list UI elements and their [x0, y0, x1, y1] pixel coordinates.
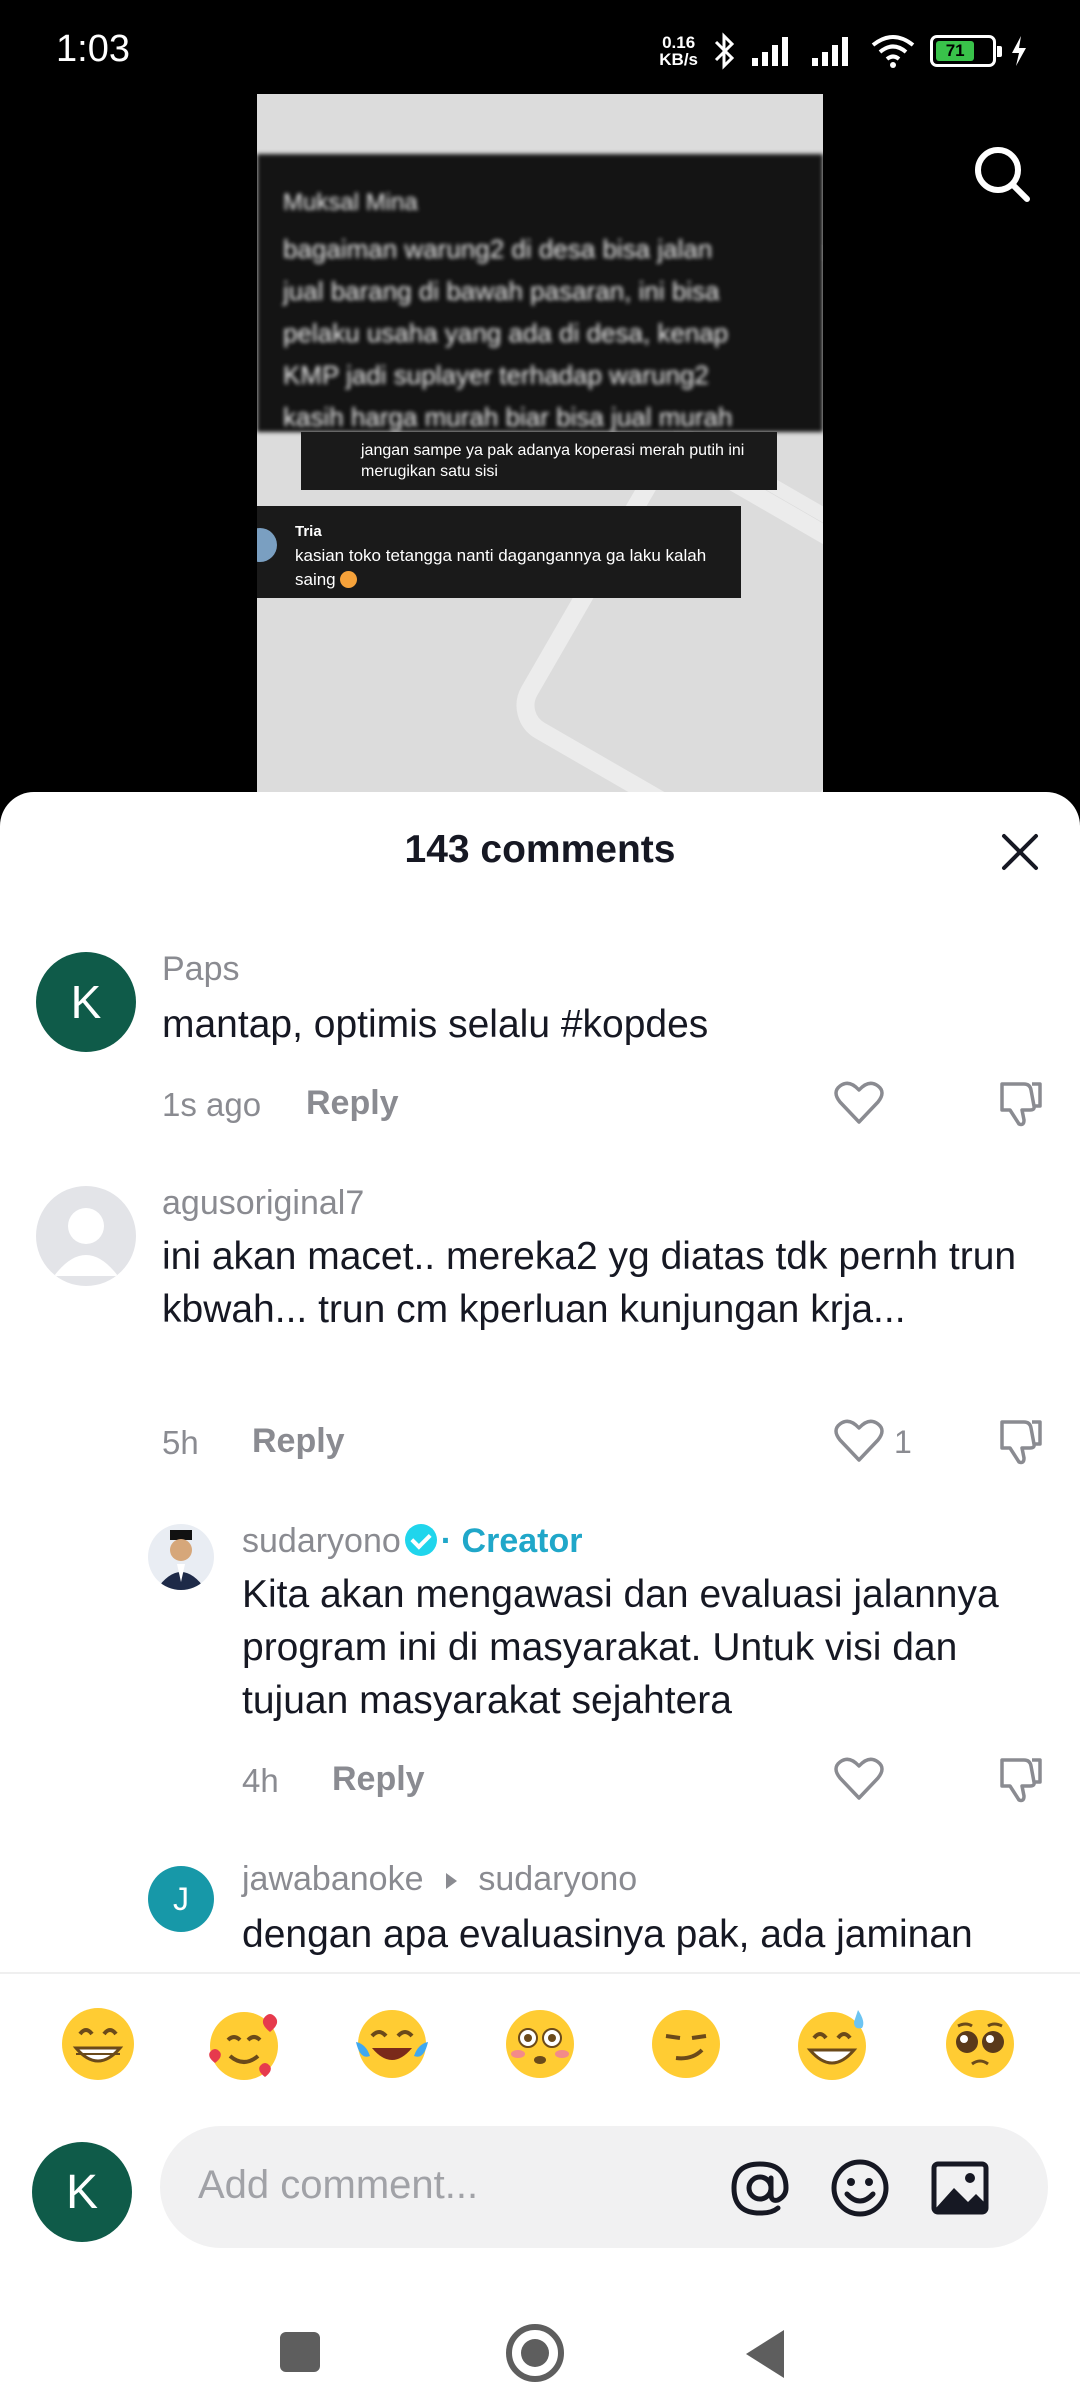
comment-text: ini akan macet.. mereka2 yg diatas tdk p… — [162, 1235, 1017, 1331]
heart-icon[interactable] — [834, 1756, 884, 1802]
video-comment-text: kasian toko tetangga nanti dagangannya g… — [295, 546, 707, 589]
emoji-picker-icon[interactable] — [828, 2156, 892, 2220]
avatar[interactable]: K — [36, 952, 136, 1052]
comment-reply-item: sudaryono · Creator Kita akan mengawasi d… — [0, 1492, 1080, 1832]
comment-text: dengan apa evaluasinya pak, ada jaminan — [242, 1913, 973, 1956]
face-with-tears-of-joy-icon[interactable] — [352, 2004, 432, 2084]
blurred-line: pelaku usaha yang ada di desa, kenap — [283, 318, 729, 348]
creator-label: · Creator — [440, 1522, 583, 1560]
video-player[interactable]: Muksal Mina bagaiman warung2 di desa bis… — [257, 94, 823, 794]
heart-icon[interactable] — [834, 1080, 884, 1126]
thumbs-down-icon[interactable] — [994, 1078, 1044, 1128]
heart-icon[interactable] — [834, 1418, 884, 1464]
creator-avatar-icon — [156, 1530, 206, 1590]
comment-input-placeholder: Add comment... — [198, 2163, 479, 2207]
user-avatar[interactable]: K — [32, 2142, 132, 2242]
reply-button[interactable]: Reply — [252, 1422, 345, 1461]
avatar-letter: J — [173, 1880, 189, 1917]
comments-count-title: 143 comments — [404, 828, 676, 871]
network-speed: 0.16 KB/s — [659, 34, 698, 68]
comment-input[interactable]: Add comment... — [160, 2126, 1048, 2248]
thumbs-down-icon[interactable] — [994, 1416, 1044, 1466]
avatar-letter: K — [65, 2165, 98, 2219]
avatar — [257, 528, 277, 562]
comment-time: 1s ago — [162, 1086, 262, 1123]
verified-badge-icon — [404, 1524, 437, 1556]
pleading-face-icon[interactable] — [940, 2004, 1020, 2084]
comments-list[interactable]: K Paps mantap, optimis selalu #kopdes 1s… — [0, 922, 1080, 1972]
status-icons: 0.16 KB/s 71 — [659, 28, 1028, 74]
blurred-line: jual barang di bawah pasaran, ini bisa — [283, 276, 720, 306]
comment-username[interactable]: Paps — [162, 950, 240, 989]
battery-icon: 71 — [930, 35, 1002, 67]
reply-arrow-icon — [445, 1873, 457, 1889]
close-icon[interactable] — [996, 828, 1044, 876]
blurred-name: Muksal Mina — [283, 189, 418, 216]
comment-username[interactable]: jawabanoke — [242, 1860, 423, 1898]
comment-item: K Paps mantap, optimis selalu #kopdes 1s… — [0, 922, 1080, 1152]
comment-time: 4h — [242, 1762, 279, 1799]
video-comment-card: Tria kasian toko tetangga nanti dagangan… — [257, 506, 741, 598]
comment-item: agusoriginal7 ini akan macet.. mereka2 y… — [0, 1152, 1080, 1492]
avatar[interactable] — [36, 1186, 136, 1286]
smirking-face-icon[interactable] — [646, 2004, 726, 2084]
thumbs-down-icon[interactable] — [994, 1754, 1044, 1804]
emoji-bar — [0, 2004, 1080, 2104]
comment-reply-item: J jawabanoke sudaryono dengan apa evalua… — [0, 1832, 1080, 1972]
status-bar: 1:03 0.16 KB/s 71 — [0, 0, 1080, 100]
blurred-line: bagaiman warung2 di desa bisa jalan — [283, 234, 713, 264]
video-comment-card: jangan sampe ya pak adanya koperasi mera… — [301, 432, 777, 490]
comment-username[interactable]: agusoriginal7 — [162, 1184, 364, 1223]
back-button[interactable] — [746, 2330, 784, 2378]
comment-username[interactable]: sudaryono — [242, 1522, 401, 1560]
flushed-face-icon[interactable] — [500, 2004, 580, 2084]
mention-icon[interactable] — [728, 2156, 792, 2220]
network-speed-value: 0.16 — [662, 33, 696, 52]
video-comment-name: Tria — [295, 523, 322, 540]
signal-icon — [752, 37, 788, 66]
divider — [0, 1972, 1080, 1974]
like-count: 1 — [894, 1424, 912, 1460]
battery-level: 71 — [936, 41, 975, 61]
status-time: 1:03 — [56, 28, 130, 70]
default-avatar-icon — [54, 1208, 118, 1276]
reply-button[interactable]: Reply — [306, 1084, 399, 1123]
avatar-letter: K — [70, 976, 102, 1028]
home-button[interactable] — [506, 2324, 564, 2382]
comment-username-row: jawabanoke sudaryono — [242, 1860, 637, 1899]
signal-icon-2 — [812, 37, 848, 66]
image-attach-icon[interactable] — [928, 2156, 992, 2220]
wifi-icon — [871, 35, 915, 68]
recent-apps-button[interactable] — [280, 2332, 320, 2372]
emoji-icon — [340, 571, 358, 588]
reply-to-username[interactable]: sudaryono — [478, 1860, 637, 1898]
comment-text: Kita akan mengawasi dan evaluasi jalanny… — [242, 1573, 999, 1722]
video-comment-text: jangan sampe ya pak adanya koperasi mera… — [361, 442, 745, 480]
grinning-face-icon[interactable] — [58, 2004, 138, 2084]
reply-button[interactable]: Reply — [332, 1760, 425, 1799]
blurred-line: KMP jadi suplayer terhadap warung2 — [283, 360, 709, 390]
search-icon[interactable] — [972, 144, 1032, 204]
bluetooth-icon — [714, 32, 735, 70]
comments-sheet: 143 comments K Paps mantap, optimis sela… — [0, 792, 1080, 2400]
network-speed-unit: KB/s — [659, 50, 698, 69]
smiling-face-with-hearts-icon[interactable] — [204, 2004, 284, 2084]
avatar[interactable]: J — [148, 1866, 214, 1932]
comment-time: 5h — [162, 1424, 199, 1461]
avatar[interactable] — [148, 1524, 214, 1590]
comment-text: mantap, optimis selalu #kopdes — [162, 1003, 709, 1046]
grinning-face-with-sweat-icon[interactable] — [792, 2004, 872, 2084]
system-nav-bar — [0, 2312, 1080, 2400]
comment-username-row: sudaryono · Creator — [242, 1522, 582, 1561]
blurred-comment-text: Muksal Mina bagaiman warung2 di desa bis… — [283, 182, 823, 438]
charging-icon — [1012, 36, 1026, 66]
